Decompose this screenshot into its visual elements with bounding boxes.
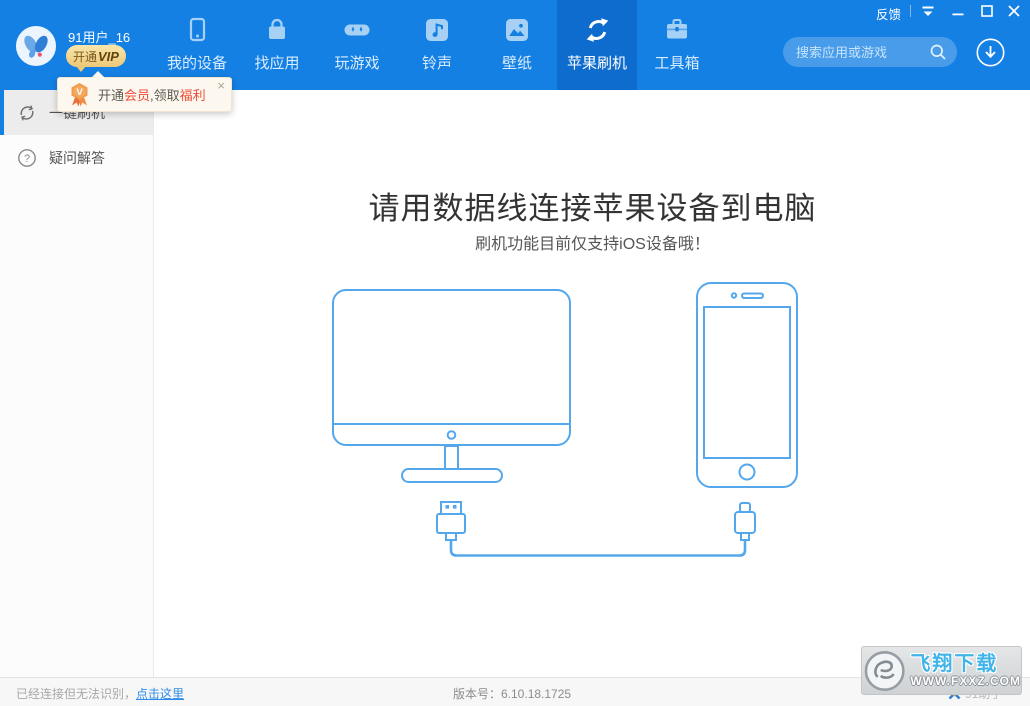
connect-issue-link[interactable]: 点击这里	[136, 687, 184, 701]
version-label: 版本号：6.10.18.1725	[453, 685, 571, 702]
connect-issue-text: 已经连接但无法识别，点击这里	[16, 685, 184, 702]
tab-label: 铃声	[422, 52, 452, 73]
main-content: 请用数据线连接苹果设备到电脑 刷机功能目前仅支持iOS设备哦！	[155, 90, 1030, 677]
watermark-logo-icon	[864, 650, 905, 692]
user-avatar[interactable]	[15, 25, 57, 67]
watermark-site-url: WWW.FXXZ.COM	[910, 675, 1021, 688]
gamepad-icon	[342, 15, 372, 45]
maximize-button[interactable]	[977, 3, 997, 19]
minimize-icon	[952, 5, 964, 17]
search-icon[interactable]	[929, 43, 947, 61]
site-watermark: 飞翔下载 WWW.FXXZ.COM	[861, 646, 1022, 695]
tab-label: 工具箱	[654, 52, 699, 73]
tab-find-apps[interactable]: 找应用	[237, 0, 317, 90]
vip-button[interactable]: 开通 VIP	[66, 45, 126, 67]
watermark-texts: 飞翔下载 WWW.FXXZ.COM	[910, 653, 1021, 688]
feedback-link[interactable]: 反馈	[876, 4, 901, 23]
search-box	[783, 37, 957, 67]
tab-games[interactable]: 玩游戏	[317, 0, 397, 90]
active-indicator	[0, 90, 4, 135]
tab-label: 玩游戏	[334, 52, 379, 73]
tab-label: 苹果刷机	[567, 52, 627, 73]
close-icon	[1008, 5, 1020, 17]
music-note-icon	[423, 15, 451, 45]
app-window: 91用户_16 开通 VIP 我的设备 找应用	[0, 0, 1030, 706]
usb-cable-illustration	[437, 502, 755, 556]
wallpaper-icon	[503, 15, 531, 45]
sidebar-item-label: 疑问解答	[49, 148, 105, 168]
tooltip-text: 开通会员,领取福利	[98, 85, 206, 104]
download-manager-button[interactable]	[976, 38, 1005, 67]
vip-medal-glyph: V	[76, 87, 83, 98]
tab-label: 我的设备	[167, 52, 227, 73]
menu-icon	[921, 5, 935, 18]
tooltip-text-highlight2: 福利	[180, 88, 206, 103]
tab-toolbox[interactable]: 工具箱	[637, 0, 717, 90]
monitor-illustration	[333, 290, 570, 482]
maximize-icon	[981, 5, 993, 17]
sync-icon	[583, 15, 612, 45]
tooltip-text-part2: ,领取	[150, 88, 180, 103]
main-menu-button[interactable]	[918, 3, 938, 19]
tooltip-arrow	[91, 71, 105, 78]
page-title: 请用数据线连接苹果设备到电脑	[155, 183, 1030, 228]
page-subtitle: 刷机功能目前仅支持iOS设备哦！	[155, 230, 1030, 254]
phone-icon	[183, 15, 211, 45]
minimize-button[interactable]	[948, 3, 968, 19]
vip-promo-tooltip: V 开通会员,领取福利 ×	[57, 77, 232, 112]
watermark-site-name: 飞翔下载	[910, 653, 1021, 675]
phone-illustration	[697, 283, 797, 487]
vip-medal-icon: V	[69, 82, 90, 107]
tooltip-text-part1: 开通	[98, 88, 124, 103]
help-icon: ?	[17, 148, 37, 168]
tab-label: 壁纸	[502, 52, 532, 73]
sidebar: 一键刷机 ? 疑问解答	[0, 90, 154, 677]
close-button[interactable]	[1004, 3, 1024, 19]
user-name: 91用户_16	[68, 27, 130, 46]
connect-issue-label: 已经连接但无法识别，	[16, 687, 136, 701]
tab-ringtones[interactable]: 铃声	[397, 0, 477, 90]
tab-wallpapers[interactable]: 壁纸	[477, 0, 557, 90]
toolbox-icon	[663, 15, 691, 45]
connect-device-illustration	[330, 278, 800, 563]
tab-label: 找应用	[254, 52, 299, 73]
refresh-icon	[17, 103, 37, 123]
tooltip-text-highlight1: 会员	[124, 88, 150, 103]
shopping-bag-icon	[263, 15, 291, 45]
titlebar-divider	[910, 5, 911, 17]
vip-pointer	[76, 66, 86, 72]
sidebar-item-faq[interactable]: ? 疑问解答	[0, 135, 153, 180]
tooltip-close-icon[interactable]: ×	[217, 79, 225, 92]
tab-apple-flash[interactable]: 苹果刷机	[557, 0, 637, 90]
help-glyph: ?	[24, 153, 30, 165]
vip-button-prefix: 开通	[73, 48, 97, 65]
vip-button-word: VIP	[98, 49, 119, 64]
